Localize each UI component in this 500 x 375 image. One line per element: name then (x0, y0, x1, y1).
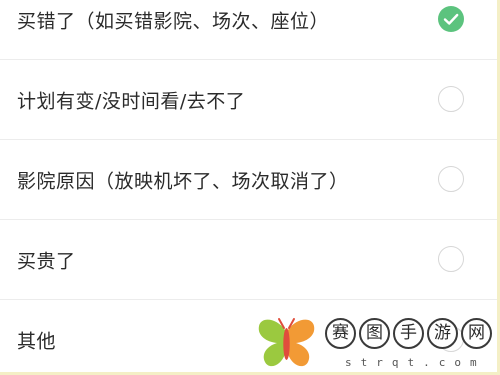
radio-unchecked-icon[interactable] (438, 245, 464, 272)
watermark-char: 网 (461, 318, 492, 349)
watermark-char: 游 (427, 318, 458, 349)
butterfly-logo-icon (258, 318, 315, 367)
watermark-url: strqt.com (345, 356, 486, 369)
watermark: 赛 图 手 游 网 strqt.com (255, 316, 495, 374)
radio-checked-icon[interactable] (438, 5, 464, 32)
radio-unchecked-icon[interactable] (438, 165, 464, 192)
radio-unchecked-icon[interactable] (438, 85, 464, 112)
reason-option-too-expensive[interactable]: 买贵了 (0, 220, 497, 300)
reason-option-plan-changed[interactable]: 计划有变/没时间看/去不了 (0, 60, 497, 140)
watermark-text: 赛 图 手 游 网 (325, 318, 492, 349)
watermark-char: 图 (359, 318, 390, 349)
checkmark-icon (443, 13, 459, 25)
watermark-char: 赛 (325, 318, 356, 349)
watermark-char: 手 (393, 318, 424, 349)
reason-label: 买错了（如买错影院、场次、座位） (17, 10, 330, 32)
refund-reason-page: 买错了（如买错影院、场次、座位） 计划有变/没时间看/去不了 影院原因（放映机坏… (0, 0, 500, 375)
reason-label: 影院原因（放映机坏了、场次取消了） (17, 170, 349, 192)
reason-label: 计划有变/没时间看/去不了 (17, 90, 246, 112)
reason-label: 买贵了 (17, 250, 76, 272)
reason-option-wrong-purchase[interactable]: 买错了（如买错影院、场次、座位） (0, 0, 497, 60)
reason-option-cinema-issue[interactable]: 影院原因（放映机坏了、场次取消了） (0, 140, 497, 220)
reason-label: 其他 (17, 330, 57, 353)
